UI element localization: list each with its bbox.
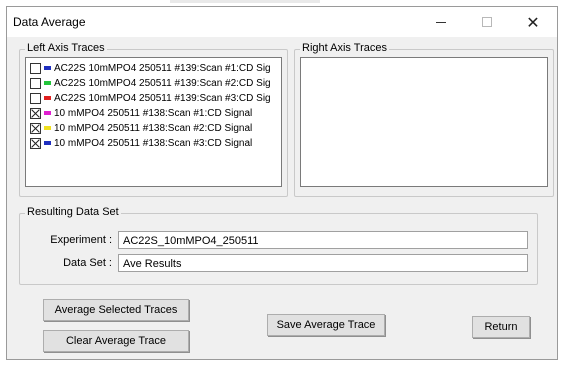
return-button[interactable]: Return xyxy=(472,316,530,338)
trace-item[interactable]: AC22S 10mMPO4 250511 #139:Scan #3:CD Sig xyxy=(30,91,271,105)
data-average-dialog: Data Average ✕ Left Axis Traces AC22S 10… xyxy=(6,6,558,360)
trace-checkbox[interactable] xyxy=(30,92,41,104)
title-bar[interactable]: Data Average ✕ xyxy=(7,7,557,37)
trace-color-swatch xyxy=(44,126,51,130)
trace-checkbox[interactable] xyxy=(30,62,41,74)
average-selected-traces-button[interactable]: Average Selected Traces xyxy=(43,299,189,321)
trace-checkbox[interactable] xyxy=(30,77,41,89)
trace-item[interactable]: 10 mMPO4 250511 #138:Scan #2:CD Signal xyxy=(30,121,252,135)
right-axis-traces-group: Right Axis Traces xyxy=(294,42,554,197)
right-axis-traces-label: Right Axis Traces xyxy=(300,42,389,54)
trace-label: AC22S 10mMPO4 250511 #139:Scan #2:CD Sig xyxy=(54,77,271,89)
trace-checkbox[interactable] xyxy=(30,137,41,149)
resulting-data-set-group: Resulting Data Set Experiment : AC22S_10… xyxy=(19,206,538,285)
close-icon: ✕ xyxy=(526,12,540,32)
left-axis-traces-group: Left Axis Traces AC22S 10mMPO4 250511 #1… xyxy=(19,42,288,197)
experiment-label: Experiment : xyxy=(50,234,112,246)
trace-item[interactable]: 10 mMPO4 250511 #138:Scan #1:CD Signal xyxy=(30,106,252,120)
data-set-label: Data Set : xyxy=(63,257,112,269)
background-smudge xyxy=(170,0,320,3)
resulting-data-set-label: Resulting Data Set xyxy=(25,206,121,218)
maximize-icon xyxy=(482,17,492,27)
save-average-trace-button[interactable]: Save Average Trace xyxy=(267,314,385,336)
trace-checkbox[interactable] xyxy=(30,107,41,119)
trace-color-swatch xyxy=(44,66,51,70)
minimize-button[interactable] xyxy=(419,7,463,37)
data-set-input[interactable]: Ave Results xyxy=(118,254,528,272)
trace-color-swatch xyxy=(44,96,51,100)
trace-item[interactable]: 10 mMPO4 250511 #138:Scan #3:CD Signal xyxy=(30,136,252,150)
right-axis-traces-list[interactable] xyxy=(300,57,548,187)
trace-label: 10 mMPO4 250511 #138:Scan #1:CD Signal xyxy=(54,107,253,119)
trace-color-swatch xyxy=(44,81,51,85)
left-axis-traces-list[interactable]: AC22S 10mMPO4 250511 #139:Scan #1:CD Sig… xyxy=(25,57,282,187)
trace-item[interactable]: AC22S 10mMPO4 250511 #139:Scan #1:CD Sig xyxy=(30,61,271,75)
maximize-button xyxy=(465,7,509,37)
close-button[interactable]: ✕ xyxy=(511,7,555,37)
experiment-input[interactable]: AC22S_10mMPO4_250511 xyxy=(118,231,528,249)
trace-color-swatch xyxy=(44,141,51,145)
trace-color-swatch xyxy=(44,111,51,115)
window-title: Data Average xyxy=(13,15,86,29)
minimize-icon xyxy=(436,21,446,23)
trace-label: AC22S 10mMPO4 250511 #139:Scan #3:CD Sig xyxy=(54,92,271,104)
trace-label: 10 mMPO4 250511 #138:Scan #3:CD Signal xyxy=(54,137,253,149)
trace-checkbox[interactable] xyxy=(30,122,41,134)
left-axis-traces-label: Left Axis Traces xyxy=(25,42,107,54)
trace-label: AC22S 10mMPO4 250511 #139:Scan #1:CD Sig xyxy=(54,62,271,74)
trace-label: 10 mMPO4 250511 #138:Scan #2:CD Signal xyxy=(54,122,253,134)
clear-average-trace-button[interactable]: Clear Average Trace xyxy=(43,330,189,352)
trace-item[interactable]: AC22S 10mMPO4 250511 #139:Scan #2:CD Sig xyxy=(30,76,271,90)
